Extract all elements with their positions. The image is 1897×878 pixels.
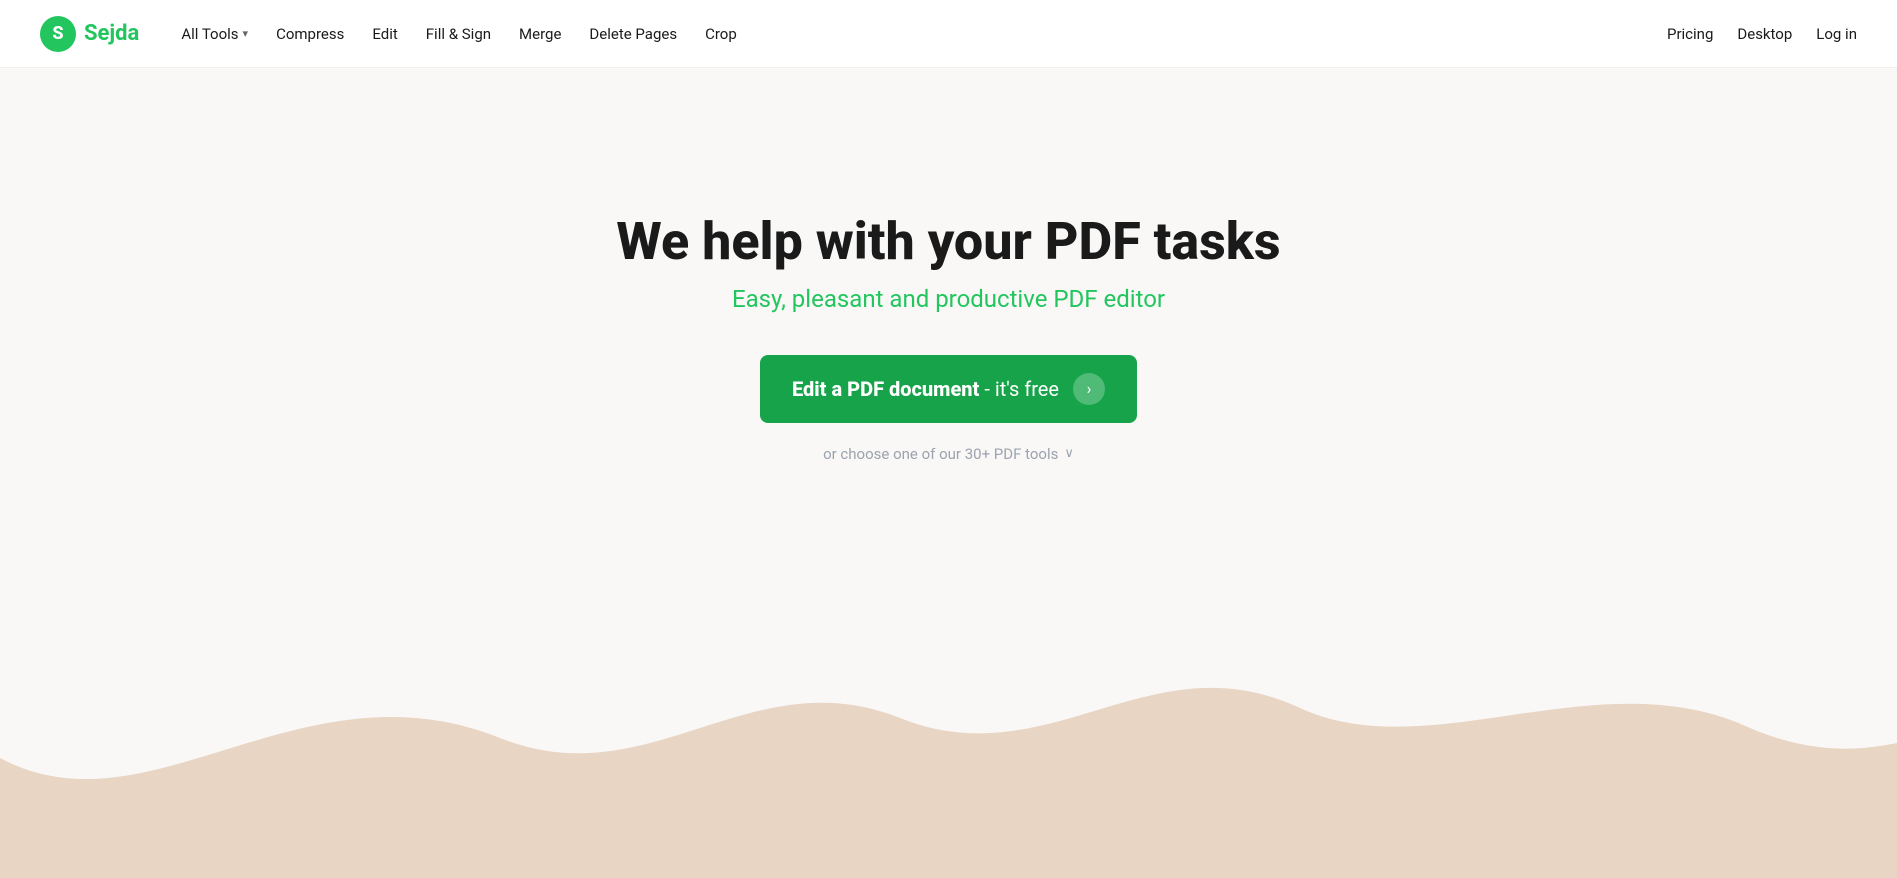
nav-link-edit[interactable]: Edit (362, 19, 407, 49)
navbar-left: S Sejda All Tools ▾ Compress Edit Fill &… (40, 16, 747, 52)
logo[interactable]: S Sejda (40, 16, 139, 52)
wave-svg (0, 558, 1897, 878)
chevron-down-icon: ▾ (243, 27, 249, 40)
chevron-down-icon: ∨ (1064, 446, 1074, 461)
nav-link-desktop[interactable]: Desktop (1737, 25, 1792, 43)
logo-text: Sejda (84, 21, 139, 46)
nav-link-delete-pages[interactable]: Delete Pages (579, 19, 687, 49)
tools-text: or choose one of our 30+ PDF tools ∨ (823, 445, 1074, 463)
hero-section: We help with your PDF tasks Easy, pleasa… (0, 68, 1897, 528)
logo-icon: S (40, 16, 76, 52)
nav-link-pricing[interactable]: Pricing (1667, 25, 1713, 43)
nav-link-crop[interactable]: Crop (695, 19, 747, 49)
cta-text: Edit a PDF document - it's free (792, 377, 1059, 401)
navbar: S Sejda All Tools ▾ Compress Edit Fill &… (0, 0, 1897, 68)
nav-link-all-tools[interactable]: All Tools ▾ (171, 19, 258, 49)
navbar-right: Pricing Desktop Log in (1667, 25, 1857, 43)
nav-link-merge[interactable]: Merge (509, 19, 571, 49)
nav-link-compress[interactable]: Compress (266, 19, 354, 49)
cta-arrow-icon: › (1073, 373, 1105, 405)
hero-subtitle: Easy, pleasant and productive PDF editor (732, 285, 1165, 313)
hero-title: We help with your PDF tasks (616, 213, 1280, 270)
nav-link-fill-sign[interactable]: Fill & Sign (416, 19, 501, 49)
nav-link-login[interactable]: Log in (1816, 25, 1857, 43)
edit-pdf-button[interactable]: Edit a PDF document - it's free › (760, 355, 1137, 423)
nav-links: All Tools ▾ Compress Edit Fill & Sign Me… (171, 19, 746, 49)
wave-decoration (0, 558, 1897, 878)
